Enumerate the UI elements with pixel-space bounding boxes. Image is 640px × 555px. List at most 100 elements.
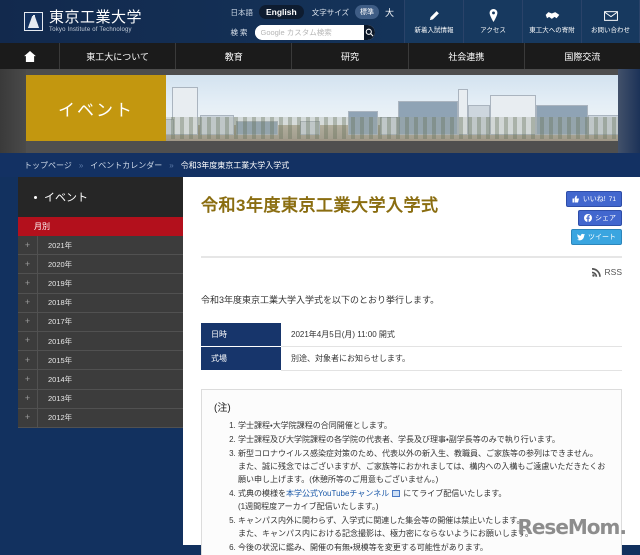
- nav-item-education[interactable]: 教育: [176, 43, 292, 69]
- expand-icon[interactable]: +: [18, 293, 38, 312]
- expand-icon[interactable]: +: [18, 236, 38, 255]
- site-logo[interactable]: 東京工業大学 Tokyo Institute of Technology: [24, 10, 142, 33]
- hero-right-edge: [618, 69, 640, 153]
- utility-item-contact[interactable]: お問い合わせ: [581, 0, 640, 43]
- sidebar-year-label: 2013年: [38, 393, 72, 404]
- expand-icon[interactable]: +: [18, 351, 38, 370]
- rss-row[interactable]: RSS: [201, 267, 622, 277]
- expand-icon[interactable]: +: [18, 408, 38, 427]
- rss-label[interactable]: RSS: [605, 267, 622, 277]
- logo-name-ja: 東京工業大学: [49, 10, 142, 26]
- note-text-after: にてライブ配信いたします。: [403, 489, 506, 498]
- breadcrumb-separator: »: [79, 161, 83, 170]
- utility-item-access[interactable]: アクセス: [463, 0, 522, 43]
- bullet-icon: [34, 196, 37, 199]
- lead-paragraph: 令和3年度東京工業大学入学式を以下のとおり挙行します。: [201, 293, 622, 306]
- sidebar-item-year-2021[interactable]: + 2021年: [18, 236, 183, 255]
- expand-icon[interactable]: +: [18, 389, 38, 408]
- sidebar-item-year-2018[interactable]: + 2018年: [18, 294, 183, 313]
- breadcrumb-separator: »: [169, 161, 173, 170]
- list-item: 式典の模様を本学公式YouTubeチャンネルにてライブ配信いたします。 (1週間…: [238, 488, 609, 514]
- facebook-like-button[interactable]: いいね! 71: [566, 191, 622, 207]
- expand-icon[interactable]: +: [18, 370, 38, 389]
- sidebar-section-monthly: 月別: [18, 217, 183, 236]
- header-right-cluster: 日本語 English 文字サイズ 標準 大 検索: [231, 0, 640, 43]
- twitter-tweet-button[interactable]: ツイート: [571, 229, 622, 245]
- breadcrumb-item-event-calendar[interactable]: イベントカレンダー: [90, 160, 162, 171]
- nav-item-social-collaboration[interactable]: 社会連携: [409, 43, 525, 69]
- sidebar-year-label: 2014年: [38, 374, 72, 385]
- nav-item-international[interactable]: 国際交流: [525, 43, 640, 69]
- expand-icon[interactable]: +: [18, 255, 38, 274]
- table-row: 日時 2021年4月5日(月) 11:00 開式: [201, 323, 622, 347]
- watermark-suffix: .: [619, 515, 626, 539]
- sidebar-year-label: 2017年: [38, 316, 72, 327]
- title-divider: [201, 256, 622, 258]
- lang-en-link[interactable]: English: [259, 5, 304, 19]
- utility-label: お問い合わせ: [591, 24, 630, 34]
- university-emblem-icon: [24, 12, 43, 31]
- hero-title-box: イベント: [26, 75, 166, 141]
- table-cell-venue: 別途、対象者にお知らせします。: [281, 347, 622, 371]
- sidebar-item-year-2014[interactable]: + 2014年: [18, 370, 183, 389]
- home-icon: [24, 51, 36, 62]
- sidebar-year-label: 2015年: [38, 355, 72, 366]
- like-label: いいね!: [583, 194, 606, 204]
- lang-ja-link[interactable]: 日本語: [231, 7, 254, 18]
- sidebar-item-year-2016[interactable]: + 2016年: [18, 332, 183, 351]
- sidebar-item-year-2015[interactable]: + 2015年: [18, 351, 183, 370]
- sidebar-item-year-2019[interactable]: + 2019年: [18, 274, 183, 293]
- search-box[interactable]: [255, 25, 375, 40]
- sidebar-year-label: 2012年: [38, 412, 72, 423]
- sidebar-item-year-2020[interactable]: + 2020年: [18, 255, 183, 274]
- utility-item-admissions[interactable]: 新着入試情報: [404, 0, 463, 43]
- font-size-standard-button[interactable]: 標準: [355, 5, 379, 19]
- page-title: 令和3年度東京工業大学入学式: [201, 191, 438, 216]
- table-cell-datetime: 2021年4月5日(月) 11:00 開式: [281, 323, 622, 347]
- pencil-icon: [428, 9, 440, 22]
- sidebar-year-label: 2016年: [38, 336, 72, 347]
- list-item: 今後の状況に鑑み、開催の有無・規模等を変更する可能性があります。: [238, 542, 609, 555]
- utility-nav: 新着入試情報 アクセス 東工大への寄附: [404, 0, 640, 43]
- sidebar-item-year-2012[interactable]: + 2012年: [18, 409, 183, 428]
- expand-icon[interactable]: +: [18, 331, 38, 350]
- thumbs-up-icon: [572, 195, 580, 203]
- list-item: 学士課程・大学院課程の合同開催とします。: [238, 420, 609, 433]
- hero-title: イベント: [58, 96, 134, 121]
- nav-item-home[interactable]: [0, 43, 60, 69]
- search-icon: [365, 28, 374, 37]
- expand-icon[interactable]: +: [18, 312, 38, 331]
- note-text: 学士課程・大学院課程の合同開催とします。: [238, 421, 392, 430]
- title-row: 令和3年度東京工業大学入学式 いいね! 71 シェ: [201, 191, 622, 245]
- envelope-icon: [604, 9, 618, 22]
- share-label: シェア: [595, 213, 616, 223]
- youtube-channel-link[interactable]: 本学公式YouTubeチャンネル: [286, 489, 389, 498]
- search-label: 検索: [231, 27, 250, 38]
- breadcrumb-item-top[interactable]: トップページ: [24, 160, 72, 171]
- utility-item-donation[interactable]: 東工大への寄附: [522, 0, 581, 43]
- note-text: キャンパス内外に関わらず、入学式に関連した集会等の開催は禁止いたします。: [238, 516, 524, 525]
- facebook-share-button[interactable]: シェア: [578, 210, 622, 226]
- search-input[interactable]: [255, 25, 364, 40]
- table-header-venue: 式場: [201, 347, 281, 371]
- nav-item-research[interactable]: 研究: [292, 43, 408, 69]
- utility-label: 東工大への寄附: [529, 24, 575, 34]
- sidebar-year-label: 2019年: [38, 278, 72, 289]
- main-navigation: 東工大について 教育 研究 社会連携 国際交流: [0, 43, 640, 69]
- tweet-label: ツイート: [588, 232, 616, 242]
- like-count: 71: [609, 196, 616, 203]
- sidebar-item-year-2017[interactable]: + 2017年: [18, 313, 183, 332]
- note-text: 今後の状況に鑑み、開催の有無・規模等を変更する可能性があります。: [238, 543, 488, 552]
- sidebar-year-label: 2021年: [38, 240, 72, 251]
- search-submit-button[interactable]: [364, 25, 375, 40]
- sidebar-heading: イベント: [18, 177, 183, 217]
- font-size-large-button[interactable]: 大: [385, 6, 394, 19]
- expand-icon[interactable]: +: [18, 274, 38, 293]
- nav-item-about[interactable]: 東工大について: [60, 43, 176, 69]
- rss-icon: [592, 268, 601, 277]
- note-text: 新型コロナウイルス感染症対策のため、代表以外の新入生、教職員、ご家族等の参列はで…: [238, 449, 598, 458]
- body-row: イベント 月別 + 2021年 + 2020年 + 2019年 + 2018年 …: [0, 177, 640, 545]
- sidebar-item-year-2013[interactable]: + 2013年: [18, 390, 183, 409]
- external-link-icon: [392, 490, 400, 497]
- handshake-icon: [545, 9, 560, 22]
